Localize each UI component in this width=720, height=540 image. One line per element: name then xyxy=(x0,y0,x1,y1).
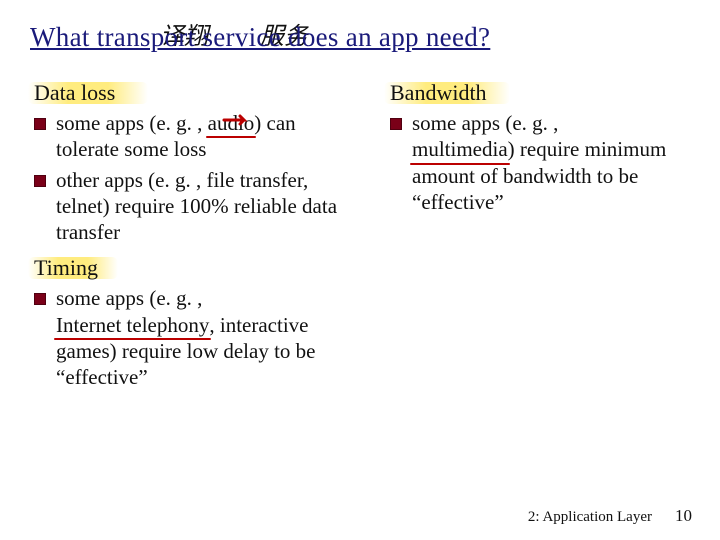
bullet-timing-1: some apps (e. g. , Internet telephony, i… xyxy=(34,285,364,390)
underline-multimedia: multimedia xyxy=(412,136,508,162)
bullet-data-loss-1: some apps (e. g. , audio) can tolerate s… xyxy=(34,110,364,163)
bullet-text: other apps (e. g. , file transfer, telne… xyxy=(56,167,364,246)
section-bandwidth: Bandwidth some apps (e. g. , multimedia)… xyxy=(390,80,690,215)
left-column: Data loss some apps (e. g. , audio) can … xyxy=(34,80,364,400)
bullet-data-loss-2: other apps (e. g. , file transfer, telne… xyxy=(34,167,364,246)
bullet-text: some apps (e. g. , audio) can tolerate s… xyxy=(56,110,364,163)
heading-bandwidth: Bandwidth xyxy=(390,80,487,106)
text-frag: tolerate some loss xyxy=(56,136,364,162)
text-frag: ) can xyxy=(254,111,295,135)
slide-title: What transport service does an app need? xyxy=(30,22,490,53)
bullet-text: some apps (e. g. , Internet telephony, i… xyxy=(56,285,364,390)
heading-data-loss: Data loss xyxy=(34,80,115,106)
bullet-bandwidth-1: some apps (e. g. , multimedia) require m… xyxy=(390,110,690,215)
section-data-loss: Data loss some apps (e. g. , audio) can … xyxy=(34,80,364,245)
content-columns: Data loss some apps (e. g. , audio) can … xyxy=(34,80,690,400)
bullet-square-icon xyxy=(34,175,46,187)
bullet-square-icon xyxy=(34,118,46,130)
bullet-text: some apps (e. g. , multimedia) require m… xyxy=(412,110,690,215)
red-arrow-icon xyxy=(222,112,252,128)
right-column: Bandwidth some apps (e. g. , multimedia)… xyxy=(390,80,690,400)
section-timing: Timing some apps (e. g. , Internet telep… xyxy=(34,255,364,390)
text-frag: some apps (e. g. , xyxy=(56,111,208,135)
text-frag: some apps (e. g. , xyxy=(56,286,202,310)
footer-chapter-label: 2: Application Layer xyxy=(528,509,652,526)
heading-timing: Timing xyxy=(34,255,98,281)
underline-telephony: Internet telephony xyxy=(56,312,209,338)
text-frag: some apps (e. g. , xyxy=(412,111,558,135)
bullet-square-icon xyxy=(34,293,46,305)
footer-page-number: 10 xyxy=(675,506,692,526)
bullet-square-icon xyxy=(390,118,402,130)
